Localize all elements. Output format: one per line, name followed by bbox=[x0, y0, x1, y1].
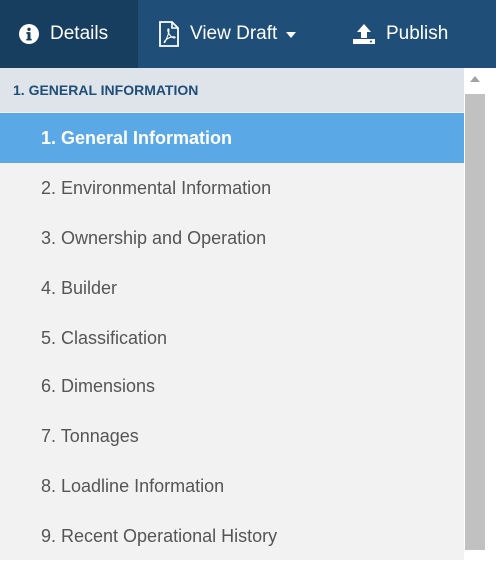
pdf-file-icon bbox=[158, 21, 180, 47]
nav-item-label: 3. Ownership and Operation bbox=[41, 227, 267, 248]
nav-item-label: 2. Environmental Information bbox=[41, 177, 272, 198]
section-header-label: 1. GENERAL INFORMATION bbox=[13, 82, 199, 98]
nav-item-builder[interactable]: 4. Builder bbox=[0, 263, 464, 313]
section-header: 1. GENERAL INFORMATION bbox=[0, 68, 464, 112]
scrollbar[interactable] bbox=[464, 68, 496, 560]
upload-icon bbox=[352, 23, 376, 45]
nav-item-label: 9. Recent Operational History bbox=[41, 525, 278, 546]
details-button[interactable]: Details bbox=[0, 0, 138, 68]
chevron-down-icon bbox=[286, 32, 297, 38]
view-draft-label: View Draft bbox=[190, 23, 278, 44]
nav-item-dimensions[interactable]: 6. Dimensions bbox=[0, 361, 464, 411]
nav-item-recent-operational-history[interactable]: 9. Recent Operational History bbox=[0, 511, 464, 561]
scroll-up-arrow-icon[interactable] bbox=[470, 76, 480, 82]
nav-item-environmental-information[interactable]: 2. Environmental Information bbox=[0, 163, 464, 213]
nav-item-label: 4. Builder bbox=[41, 277, 118, 298]
section-nav-panel: 1. GENERAL INFORMATION 1. General Inform… bbox=[0, 68, 465, 560]
publish-button[interactable]: Publish bbox=[330, 0, 470, 68]
scrollbar-thumb[interactable] bbox=[465, 94, 485, 550]
details-label: Details bbox=[50, 23, 109, 44]
nav-item-loadline-information[interactable]: 8. Loadline Information bbox=[0, 461, 464, 511]
nav-item-general-information[interactable]: 1. General Information bbox=[0, 113, 464, 163]
nav-item-label: 7. Tonnages bbox=[41, 425, 139, 446]
nav-item-label: 8. Loadline Information bbox=[41, 475, 225, 496]
nav-item-ownership-and-operation[interactable]: 3. Ownership and Operation bbox=[0, 213, 464, 263]
info-circle-icon bbox=[18, 23, 40, 45]
nav-item-label: 5. Classification bbox=[41, 327, 168, 348]
nav-item-tonnages[interactable]: 7. Tonnages bbox=[0, 411, 464, 461]
view-draft-button[interactable]: View Draft bbox=[138, 0, 330, 68]
publish-label: Publish bbox=[386, 23, 449, 44]
nav-item-classification[interactable]: 5. Classification bbox=[0, 313, 464, 363]
top-toolbar: Details View Draft Publish bbox=[0, 0, 496, 68]
nav-item-label: 6. Dimensions bbox=[41, 375, 156, 396]
nav-item-label: 1. General Information bbox=[41, 127, 233, 148]
